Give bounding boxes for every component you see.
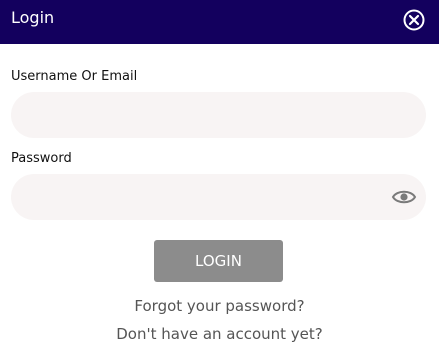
username-label: Username Or Email [11, 69, 138, 84]
close-button[interactable] [402, 8, 426, 32]
username-input[interactable] [11, 92, 426, 138]
show-password-toggle[interactable] [391, 186, 417, 208]
close-icon [403, 9, 425, 31]
forgot-password-link[interactable]: Forgot your password? [0, 296, 439, 316]
modal-title: Login [11, 8, 55, 27]
login-button[interactable]: LOGIN [154, 240, 283, 282]
password-label: Password [11, 151, 72, 166]
password-input[interactable] [11, 174, 426, 220]
modal-header: Login [0, 0, 439, 44]
login-modal: Login Username Or Email Password LOGIN F… [0, 0, 439, 360]
eye-icon [391, 190, 417, 204]
signup-link[interactable]: Don't have an account yet? [0, 324, 439, 344]
